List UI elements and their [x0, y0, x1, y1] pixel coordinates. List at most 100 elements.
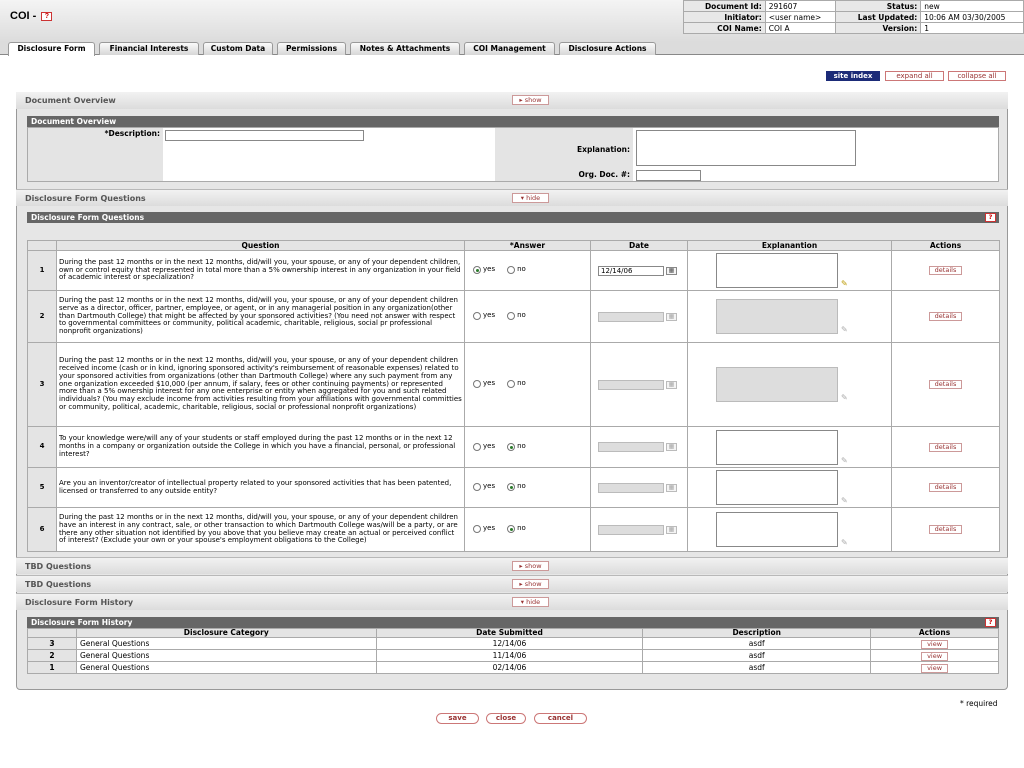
actions-cell: details: [891, 467, 1000, 508]
answer-no-radio[interactable]: [507, 442, 516, 451]
expand-all-button[interactable]: expand all: [885, 71, 944, 81]
answer-no-radio[interactable]: [507, 525, 516, 534]
explanation-input[interactable]: [716, 512, 838, 547]
questions-subheader: Disclosure Form Questions ?: [27, 212, 999, 223]
answer-yes-label: yes: [483, 524, 496, 533]
answer-no-radio[interactable]: [507, 266, 516, 275]
question-row: 1 During the past 12 months or in the nex…: [27, 250, 1000, 291]
question-number: 4: [27, 426, 57, 468]
explanation-cell: ✎: [687, 290, 892, 343]
details-button[interactable]: details: [928, 312, 963, 321]
org-doc-input[interactable]: [636, 170, 701, 181]
pencil-icon[interactable]: ✎: [841, 456, 848, 465]
tbd-section-title-2: TBD Questions: [25, 580, 92, 589]
history-actions-cell: view: [870, 661, 999, 674]
question-row: 4 To your knowledge were/will any of your…: [27, 426, 1000, 468]
column-header-actions: Actions: [891, 240, 1000, 251]
view-button[interactable]: view: [921, 639, 949, 649]
document-overview-show-toggle[interactable]: ▸ show: [512, 95, 549, 105]
date-input[interactable]: [598, 524, 664, 535]
answer-yes-radio[interactable]: [473, 312, 481, 321]
details-button[interactable]: details: [928, 483, 963, 492]
cancel-button[interactable]: cancel: [534, 713, 587, 724]
answer-yes-radio[interactable]: [473, 380, 481, 389]
site-index-button[interactable]: site index: [826, 71, 880, 81]
description-label: *Description:: [28, 128, 163, 181]
document-overview-header: Document Overview ▸ show: [16, 92, 1008, 109]
pencil-icon[interactable]: ✎: [841, 538, 848, 547]
explanation-cell: ✎: [687, 507, 892, 552]
column-header-answer: *Answer: [464, 240, 591, 251]
history-hide-toggle[interactable]: ▾ hide: [512, 597, 549, 607]
doc-id-label: Document Id:: [683, 0, 766, 12]
explanation-input[interactable]: [716, 470, 838, 505]
column-header-question: Question: [56, 240, 465, 251]
answer-no-radio[interactable]: [507, 380, 516, 389]
tab-permissions[interactable]: Permissions: [277, 42, 346, 55]
tbd-show-toggle-1[interactable]: ▸ show: [512, 561, 549, 571]
history-help-icon[interactable]: ?: [985, 618, 996, 627]
answer-yes-radio[interactable]: [473, 442, 481, 451]
explanation-textarea[interactable]: [636, 130, 856, 166]
document-overview-title: Document Overview: [25, 96, 116, 105]
explanation-label: Explanation:: [495, 128, 633, 168]
details-button[interactable]: details: [928, 266, 963, 275]
tab-disclosure-actions[interactable]: Disclosure Actions: [559, 42, 656, 55]
collapse-all-button[interactable]: collapse all: [948, 71, 1006, 81]
questions-help-icon[interactable]: ?: [985, 213, 996, 222]
tab-notes-attachments[interactable]: Notes & Attachments: [350, 42, 460, 55]
description-input[interactable]: [165, 130, 364, 141]
date-input[interactable]: [598, 482, 664, 493]
save-button[interactable]: save: [436, 713, 479, 724]
view-button[interactable]: view: [921, 651, 949, 661]
date-input[interactable]: [598, 379, 664, 390]
pencil-icon[interactable]: ✎: [841, 325, 848, 334]
pencil-icon[interactable]: ✎: [841, 279, 848, 288]
answer-cell: yes no: [464, 342, 591, 427]
date-input[interactable]: 12/14/06: [598, 265, 664, 276]
explanation-input[interactable]: [716, 253, 838, 288]
answer-yes-radio[interactable]: [473, 525, 481, 534]
details-button[interactable]: details: [928, 525, 963, 534]
history-date: 11/14/06: [375, 649, 644, 662]
answer-yes-radio[interactable]: [473, 483, 481, 492]
calendar-icon[interactable]: ▦: [666, 266, 677, 275]
tab-custom-data[interactable]: Custom Data: [203, 42, 273, 55]
document-overview-form: *Description: Explanation: Org. Doc. #:: [27, 127, 999, 182]
calendar-icon[interactable]: ▦: [666, 312, 677, 321]
question-number: 5: [27, 467, 57, 508]
calendar-icon[interactable]: ▦: [666, 525, 677, 534]
questions-hide-toggle[interactable]: ▾ hide: [512, 193, 549, 203]
column-header-date: Date: [590, 240, 688, 251]
details-button[interactable]: details: [928, 442, 963, 452]
coi-name-label: COI Name:: [683, 22, 766, 34]
tbd-section-header-1: TBD Questions ▸ show: [16, 557, 1008, 574]
tbd-show-toggle-2[interactable]: ▸ show: [512, 579, 549, 589]
calendar-icon[interactable]: ▦: [666, 380, 677, 389]
answer-no-radio[interactable]: [507, 312, 516, 321]
close-button[interactable]: close: [486, 713, 526, 724]
date-input[interactable]: [598, 311, 664, 322]
pencil-icon[interactable]: ✎: [841, 393, 848, 402]
explanation-input[interactable]: [716, 367, 838, 402]
date-input[interactable]: [598, 442, 664, 452]
explanation-input[interactable]: [716, 299, 838, 334]
explanation-cell: ✎: [687, 426, 892, 468]
calendar-icon[interactable]: ▦: [666, 443, 677, 451]
view-button[interactable]: view: [921, 663, 949, 673]
explanation-input[interactable]: [716, 429, 838, 465]
tab-bar: Disclosure Form Financial Interests Cust…: [0, 42, 1024, 56]
answer-no-radio[interactable]: [507, 483, 516, 492]
tab-coi-management[interactable]: COI Management: [464, 42, 555, 55]
answer-yes-radio[interactable]: [473, 266, 481, 275]
tab-disclosure-form[interactable]: Disclosure Form: [8, 42, 95, 56]
calendar-icon[interactable]: ▦: [666, 483, 677, 492]
answer-cell: yes no: [464, 250, 591, 291]
history-subheader: Disclosure Form History ?: [27, 617, 999, 628]
details-button[interactable]: details: [928, 380, 963, 389]
initiator-label: Initiator:: [683, 11, 766, 23]
pencil-icon[interactable]: ✎: [841, 496, 848, 505]
tab-financial-interests[interactable]: Financial Interests: [99, 42, 199, 55]
help-icon[interactable]: ?: [41, 11, 53, 21]
answer-no-label: no: [517, 265, 526, 274]
